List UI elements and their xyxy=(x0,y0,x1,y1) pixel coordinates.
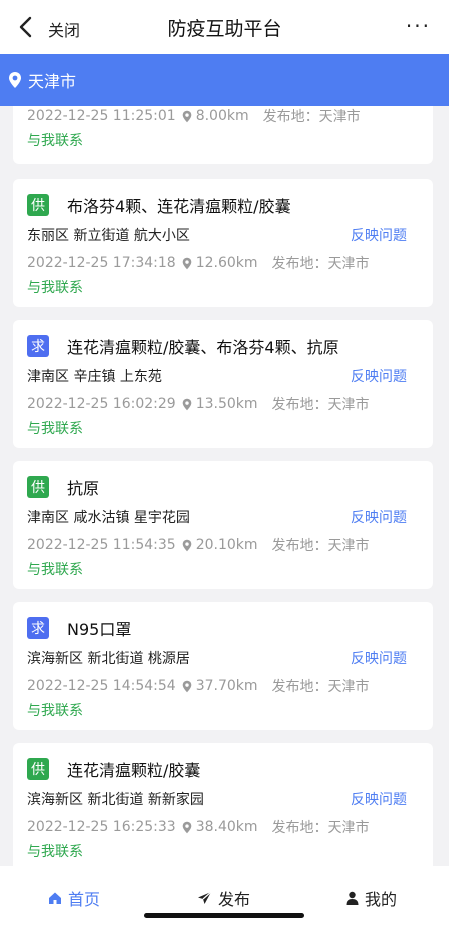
post-address: 东丽区 新立街道 航大小区 xyxy=(27,228,190,244)
post-list: 2022-12-25 11:25:01 8.00km 发布地：天津市 与我联系 … xyxy=(0,106,449,866)
report-issue-link[interactable]: 反映问题 xyxy=(351,507,407,527)
report-issue-link[interactable]: 反映问题 xyxy=(351,648,407,668)
post-origin: 发布地：天津市 xyxy=(262,109,361,125)
demand-tag: 求 xyxy=(27,617,49,639)
post-address: 滨海新区 新北街道 新新家园 xyxy=(27,792,204,808)
tab-mine-label: 我的 xyxy=(365,890,398,909)
post-title: N95口罩 xyxy=(67,620,132,639)
home-indicator xyxy=(144,913,304,918)
supply-tag: 供 xyxy=(27,758,49,780)
user-icon xyxy=(346,891,359,905)
post-meta: 2022-12-25 16:02:29 13.50km 发布地：天津市 xyxy=(27,394,370,414)
demand-tag: 求 xyxy=(27,335,49,357)
post-title-row: 供 连花清瘟颗粒/胶囊 xyxy=(27,757,200,781)
post-origin: 发布地：天津市 xyxy=(271,820,370,836)
post-time: 2022-12-25 11:54:35 xyxy=(27,537,176,553)
post-distance: 20.10km xyxy=(195,537,258,553)
location-icon xyxy=(182,257,192,270)
list-item[interactable]: 求 连花清瘟颗粒/胶囊、布洛芬4颗、抗原 津南区 辛庄镇 上东苑 反映问题 20… xyxy=(13,320,433,448)
city-label: 天津市 xyxy=(28,72,77,91)
contact-me-link[interactable]: 与我联系 xyxy=(27,700,83,720)
post-title-row: 求 连花清瘟颗粒/胶囊、布洛芬4颗、抗原 xyxy=(27,334,339,358)
post-meta: 2022-12-25 14:54:54 37.70km 发布地：天津市 xyxy=(27,676,370,696)
tab-mine[interactable]: 我的 xyxy=(346,886,397,910)
post-title: 连花清瘟颗粒/胶囊 xyxy=(67,761,201,780)
more-options-button[interactable]: ··· xyxy=(406,16,431,36)
report-issue-link[interactable]: 反映问题 xyxy=(351,789,407,809)
list-item[interactable]: 供 抗原 津南区 咸水沽镇 星宇花园 反映问题 2022-12-25 11:54… xyxy=(13,461,433,589)
bottom-tab-bar: 首页 发布 我的 xyxy=(0,866,449,928)
list-item[interactable]: 供 布洛芬4颗、连花清瘟颗粒/胶囊 东丽区 新立街道 航大小区 反映问题 202… xyxy=(13,179,433,307)
post-title: 抗原 xyxy=(67,479,100,498)
contact-me-link[interactable]: 与我联系 xyxy=(27,559,83,579)
supply-tag: 供 xyxy=(27,476,49,498)
contact-me-link[interactable]: 与我联系 xyxy=(27,841,83,861)
tab-home[interactable]: 首页 xyxy=(48,886,100,910)
report-issue-link[interactable]: 反映问题 xyxy=(351,225,407,245)
title-bar: 关闭 防疫互助平台 ··· xyxy=(0,0,449,54)
post-address: 津南区 咸水沽镇 星宇花园 xyxy=(27,510,190,526)
post-title-row: 供 抗原 xyxy=(27,475,99,499)
send-icon xyxy=(197,891,212,905)
post-title-row: 供 布洛芬4颗、连花清瘟颗粒/胶囊 xyxy=(27,193,291,217)
location-icon xyxy=(182,110,192,123)
post-meta: 2022-12-25 11:25:01 8.00km 发布地：天津市 xyxy=(27,106,361,126)
close-button[interactable]: 关闭 xyxy=(48,17,80,41)
tab-publish-label: 发布 xyxy=(218,890,251,909)
location-bar[interactable]: 天津市 xyxy=(0,54,449,106)
home-icon xyxy=(48,891,62,905)
list-item[interactable]: 2022-12-25 11:25:01 8.00km 发布地：天津市 与我联系 xyxy=(13,106,433,164)
supply-tag: 供 xyxy=(27,194,49,216)
post-meta: 2022-12-25 17:34:18 12.60km 发布地：天津市 xyxy=(27,253,370,273)
post-distance: 8.00km xyxy=(195,108,249,124)
post-distance: 12.60km xyxy=(195,255,258,271)
location-icon xyxy=(182,821,192,834)
post-origin: 发布地：天津市 xyxy=(271,538,370,554)
location-pin-icon xyxy=(8,70,24,90)
post-origin: 发布地：天津市 xyxy=(271,679,370,695)
post-title: 布洛芬4颗、连花清瘟颗粒/胶囊 xyxy=(67,197,291,216)
list-item[interactable]: 求 N95口罩 滨海新区 新北街道 桃源居 反映问题 2022-12-25 14… xyxy=(13,602,433,730)
contact-me-link[interactable]: 与我联系 xyxy=(27,130,83,150)
location-icon xyxy=(182,680,192,693)
post-title-row: 求 N95口罩 xyxy=(27,616,131,640)
contact-me-link[interactable]: 与我联系 xyxy=(27,277,83,297)
tab-publish[interactable]: 发布 xyxy=(197,886,250,910)
location-icon xyxy=(182,398,192,411)
post-meta: 2022-12-25 11:54:35 20.10km 发布地：天津市 xyxy=(27,535,370,555)
post-distance: 37.70km xyxy=(195,678,258,694)
post-origin: 发布地：天津市 xyxy=(271,397,370,413)
post-title: 连花清瘟颗粒/胶囊、布洛芬4颗、抗原 xyxy=(67,338,339,357)
post-address: 津南区 辛庄镇 上东苑 xyxy=(27,369,162,385)
tab-home-label: 首页 xyxy=(68,890,101,909)
contact-me-link[interactable]: 与我联系 xyxy=(27,418,83,438)
location-icon xyxy=(182,539,192,552)
post-origin: 发布地：天津市 xyxy=(271,256,370,272)
post-time: 2022-12-25 14:54:54 xyxy=(27,678,176,694)
post-distance: 38.40km xyxy=(195,819,258,835)
report-issue-link[interactable]: 反映问题 xyxy=(351,366,407,386)
post-meta: 2022-12-25 16:25:33 38.40km 发布地：天津市 xyxy=(27,817,370,837)
back-icon[interactable] xyxy=(18,14,40,40)
list-item[interactable]: 供 连花清瘟颗粒/胶囊 滨海新区 新北街道 新新家园 反映问题 2022-12-… xyxy=(13,743,433,866)
post-time: 2022-12-25 16:25:33 xyxy=(27,819,176,835)
post-time: 2022-12-25 16:02:29 xyxy=(27,396,176,412)
post-distance: 13.50km xyxy=(195,396,258,412)
post-time: 2022-12-25 11:25:01 xyxy=(27,108,176,124)
post-time: 2022-12-25 17:34:18 xyxy=(27,255,176,271)
post-address: 滨海新区 新北街道 桃源居 xyxy=(27,651,190,667)
